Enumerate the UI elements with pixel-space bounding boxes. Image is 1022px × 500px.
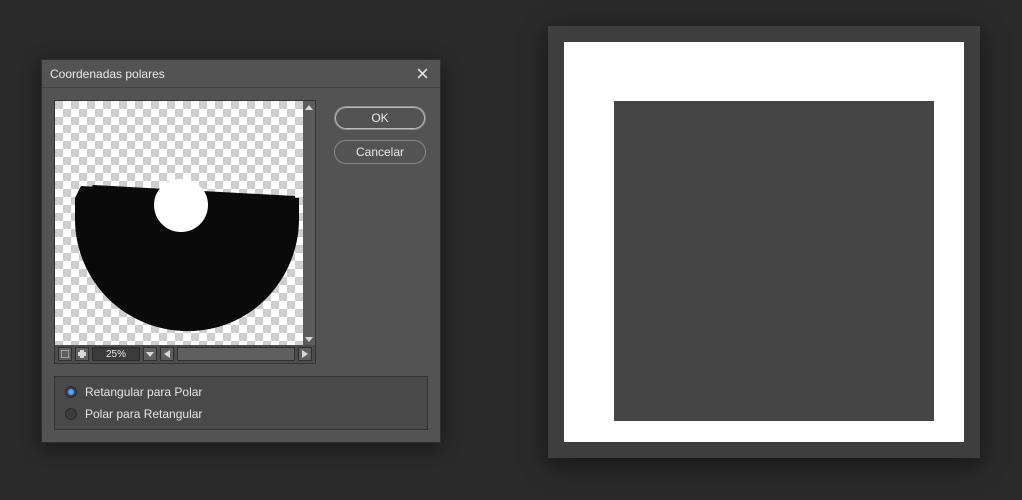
chevron-down-icon — [146, 352, 154, 357]
scroll-down-icon[interactable] — [304, 334, 314, 344]
dialog-body: 25% OK Cancelar — [42, 88, 440, 376]
preview-canvas[interactable] — [55, 101, 303, 345]
options-panel: Retangular para Polar Polar para Retangu… — [54, 376, 428, 430]
zoom-dropdown[interactable] — [143, 347, 157, 361]
zoom-level[interactable]: 25% — [92, 347, 140, 361]
dialog-title: Coordenadas polares — [50, 67, 412, 81]
titlebar[interactable]: Coordenadas polares — [42, 60, 440, 88]
option-label: Polar para Retangular — [85, 407, 202, 421]
preview-controls: 25% — [55, 345, 315, 363]
option-rect-to-polar[interactable]: Retangular para Polar — [65, 385, 417, 399]
dialog-buttons: OK Cancelar — [334, 100, 426, 364]
scroll-left-button[interactable] — [160, 347, 174, 361]
scroll-track[interactable] — [304, 112, 314, 334]
close-icon[interactable] — [412, 64, 432, 84]
canvas-background[interactable] — [564, 42, 964, 442]
radio-icon — [65, 408, 77, 420]
arrow-left-icon — [164, 350, 170, 358]
scroll-up-icon[interactable] — [304, 102, 314, 112]
zoom-in-button[interactable] — [75, 347, 89, 361]
option-label: Retangular para Polar — [85, 385, 202, 399]
option-polar-to-rect[interactable]: Polar para Retangular — [65, 407, 417, 421]
preview-panel: 25% — [54, 100, 316, 364]
cancel-button[interactable]: Cancelar — [334, 140, 426, 164]
radio-icon — [65, 386, 77, 398]
preview-vertical-scrollbar[interactable] — [303, 101, 315, 345]
canvas-layer-rect[interactable] — [614, 101, 934, 421]
ok-button[interactable]: OK — [334, 106, 426, 130]
arrow-right-icon — [302, 350, 308, 358]
preview-shape-overlay — [55, 101, 303, 345]
polar-coordinates-dialog: Coordenadas polares — [41, 59, 441, 443]
secondary-canvas-window — [548, 26, 980, 458]
scroll-right-button[interactable] — [298, 347, 312, 361]
zoom-out-button[interactable] — [58, 347, 72, 361]
preview-horizontal-scrollbar[interactable] — [177, 347, 295, 361]
